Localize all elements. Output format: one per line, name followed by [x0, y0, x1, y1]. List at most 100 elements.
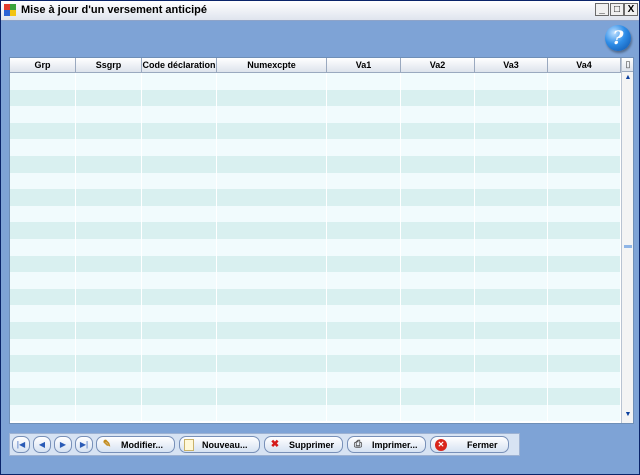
table-cell[interactable]: [76, 355, 142, 372]
table-cell[interactable]: [475, 272, 548, 289]
table-cell[interactable]: [76, 106, 142, 123]
table-cell[interactable]: [401, 355, 475, 372]
table-cell[interactable]: [142, 255, 217, 273]
table-cell[interactable]: [401, 139, 475, 156]
table-cell[interactable]: [548, 73, 621, 90]
table-cell[interactable]: [217, 404, 327, 422]
table-cell[interactable]: [401, 272, 475, 289]
table-cell[interactable]: [10, 155, 76, 173]
table-cell[interactable]: [10, 321, 76, 339]
table-row[interactable]: [10, 238, 621, 256]
table-cell[interactable]: [76, 205, 142, 223]
column-header-numexcpte[interactable]: Numexcpte: [217, 58, 327, 72]
table-cell[interactable]: [10, 189, 76, 206]
table-row[interactable]: [10, 73, 621, 90]
previous-record-button[interactable]: ◀: [33, 436, 51, 453]
table-cell[interactable]: [548, 238, 621, 256]
table-cell[interactable]: [401, 189, 475, 206]
help-icon[interactable]: ?: [605, 25, 631, 51]
table-cell[interactable]: [475, 89, 548, 107]
table-cell[interactable]: [327, 122, 401, 140]
table-cell[interactable]: [10, 73, 76, 90]
table-cell[interactable]: [76, 238, 142, 256]
table-cell[interactable]: [327, 288, 401, 306]
table-cell[interactable]: [327, 89, 401, 107]
scrollbar-thumb[interactable]: [624, 245, 632, 248]
table-cell[interactable]: [10, 388, 76, 405]
table-cell[interactable]: [142, 139, 217, 156]
close-button[interactable]: ✕ Fermer: [430, 436, 509, 453]
column-header-va3[interactable]: Va3: [475, 58, 548, 72]
table-row[interactable]: [10, 355, 621, 372]
table-cell[interactable]: [475, 189, 548, 206]
first-record-button[interactable]: |◀: [12, 436, 30, 453]
table-cell[interactable]: [76, 388, 142, 405]
table-cell[interactable]: [142, 155, 217, 173]
table-row[interactable]: [10, 122, 621, 140]
vertical-scrollbar[interactable]: ▯ ▲ ▼: [621, 58, 633, 423]
table-row[interactable]: [10, 272, 621, 289]
table-cell[interactable]: [142, 305, 217, 322]
table-cell[interactable]: [548, 172, 621, 190]
table-row[interactable]: [10, 89, 621, 107]
table-cell[interactable]: [401, 89, 475, 107]
table-cell[interactable]: [475, 338, 548, 356]
table-cell[interactable]: [475, 222, 548, 239]
table-cell[interactable]: [217, 89, 327, 107]
table-cell[interactable]: [217, 172, 327, 190]
table-cell[interactable]: [217, 238, 327, 256]
table-cell[interactable]: [142, 338, 217, 356]
table-cell[interactable]: [327, 106, 401, 123]
table-cell[interactable]: [10, 89, 76, 107]
table-cell[interactable]: [548, 305, 621, 322]
table-cell[interactable]: [217, 222, 327, 239]
table-cell[interactable]: [401, 404, 475, 422]
table-cell[interactable]: [327, 321, 401, 339]
table-cell[interactable]: [475, 122, 548, 140]
table-cell[interactable]: [475, 388, 548, 405]
table-cell[interactable]: [217, 205, 327, 223]
table-row[interactable]: [10, 155, 621, 173]
table-cell[interactable]: [217, 189, 327, 206]
table-cell[interactable]: [548, 272, 621, 289]
table-cell[interactable]: [76, 139, 142, 156]
table-cell[interactable]: [217, 272, 327, 289]
table-cell[interactable]: [475, 371, 548, 389]
maximize-button[interactable]: □: [610, 3, 624, 16]
table-cell[interactable]: [142, 106, 217, 123]
table-cell[interactable]: [327, 338, 401, 356]
scroll-down-icon[interactable]: ▼: [623, 410, 633, 420]
table-cell[interactable]: [475, 404, 548, 422]
table-cell[interactable]: [401, 338, 475, 356]
modify-button[interactable]: ✎ Modifier...: [96, 436, 175, 453]
table-cell[interactable]: [475, 139, 548, 156]
table-cell[interactable]: [401, 73, 475, 90]
table-cell[interactable]: [217, 388, 327, 405]
table-cell[interactable]: [548, 155, 621, 173]
close-window-button[interactable]: X: [624, 3, 638, 16]
table-row[interactable]: [10, 139, 621, 156]
table-cell[interactable]: [142, 89, 217, 107]
table-cell[interactable]: [327, 272, 401, 289]
table-cell[interactable]: [548, 288, 621, 306]
table-cell[interactable]: [142, 222, 217, 239]
table-cell[interactable]: [142, 73, 217, 90]
table-row[interactable]: [10, 305, 621, 322]
table-cell[interactable]: [217, 371, 327, 389]
table-cell[interactable]: [401, 205, 475, 223]
table-cell[interactable]: [217, 338, 327, 356]
table-cell[interactable]: [76, 255, 142, 273]
table-row[interactable]: [10, 388, 621, 405]
table-cell[interactable]: [217, 106, 327, 123]
table-cell[interactable]: [475, 155, 548, 173]
table-cell[interactable]: [10, 106, 76, 123]
table-cell[interactable]: [217, 355, 327, 372]
table-cell[interactable]: [401, 122, 475, 140]
table-cell[interactable]: [327, 371, 401, 389]
column-header-va1[interactable]: Va1: [327, 58, 401, 72]
table-cell[interactable]: [327, 205, 401, 223]
table-cell[interactable]: [217, 139, 327, 156]
table-cell[interactable]: [76, 272, 142, 289]
table-cell[interactable]: [327, 172, 401, 190]
table-cell[interactable]: [327, 155, 401, 173]
